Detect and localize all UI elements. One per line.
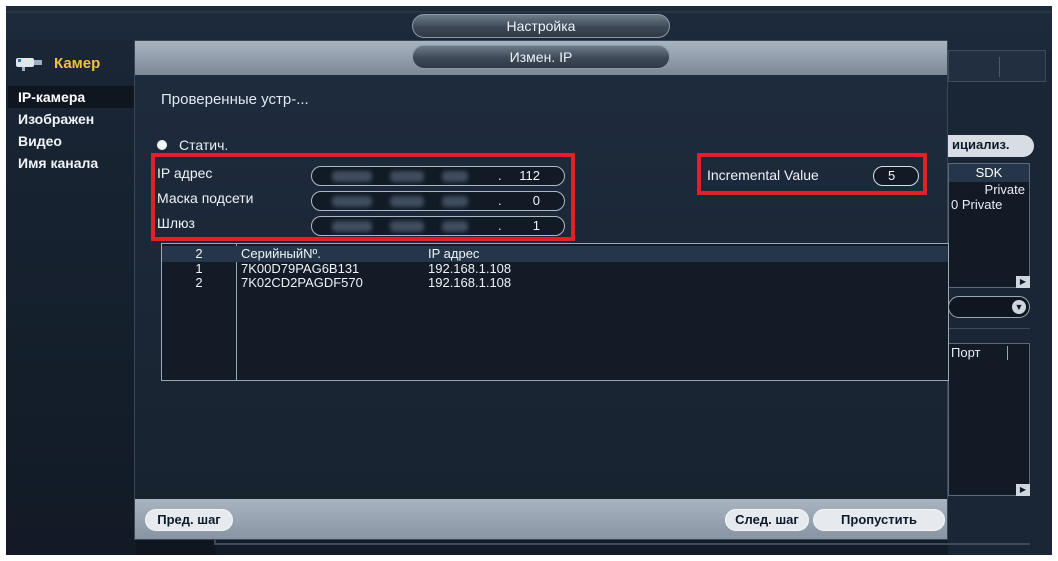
table-row[interactable]: 2 7K02CD2PAGDF570 192.168.1.108 (162, 276, 948, 290)
background-section-header: Камер (14, 50, 100, 76)
background-dropdown[interactable]: ▼ (948, 296, 1030, 318)
sdk-column-header: SDK (949, 164, 1029, 182)
background-section-title: Камер (54, 54, 101, 72)
port-column-header: Порт (949, 344, 1029, 362)
background-added-table: Порт (948, 343, 1030, 496)
background-toolbar (948, 50, 1046, 82)
row-ip: 192.168.1.108 (428, 275, 512, 290)
row-serial: 7K02CD2PAGDF570 (241, 275, 363, 290)
table-header: 2 СерийныйNº. IP адрес (162, 246, 948, 262)
verified-devices-title: Проверенные устр-... (161, 91, 309, 108)
initialize-button[interactable]: ициализ. (934, 135, 1034, 157)
ip-fields-highlight (151, 153, 575, 241)
background-menu: IP-камера Изображен Видео Имя канала (8, 86, 136, 174)
count-header: 2 (195, 246, 203, 261)
port-header-label: Порт (951, 345, 981, 360)
menu-item-ip-camera[interactable]: IP-камера (8, 86, 136, 108)
menu-item-image[interactable]: Изображен (8, 108, 136, 130)
menu-item-video[interactable]: Видео (8, 130, 136, 152)
column-separator (1007, 346, 1008, 360)
window-title: Настройка (412, 14, 670, 38)
table-row[interactable]: 1 7K00D79PAG6B131 192.168.1.108 (162, 262, 948, 276)
divider (948, 328, 1030, 329)
skip-button[interactable]: Пропустить (813, 509, 945, 531)
ip-header: IP адрес (428, 246, 480, 261)
incremental-highlight (697, 153, 927, 195)
row-index: 1 (195, 261, 203, 276)
static-mode-label: Статич. (179, 137, 229, 153)
row-serial: 7K00D79PAG6B131 (241, 261, 360, 276)
change-ip-dialog: Проверенные устр-... Статич. IP адрес . … (134, 40, 949, 540)
row-ip: 192.168.1.108 (428, 261, 512, 276)
scroll-right-icon[interactable]: ▶ (1016, 276, 1030, 288)
scroll-right-icon[interactable]: ▶ (1016, 484, 1030, 496)
next-step-button[interactable]: След. шаг (725, 509, 809, 531)
background-device-table: SDK Private 0 Private (948, 163, 1030, 288)
dialog-title: Измен. IP (412, 45, 670, 69)
background-border (214, 543, 1030, 545)
top-rule (6, 11, 1052, 13)
prev-step-button[interactable]: Пред. шаг (145, 509, 233, 531)
row-index: 2 (195, 275, 203, 290)
device-table: 2 СерийныйNº. IP адрес 1 7K00D79PAG6B131… (161, 243, 949, 381)
static-mode-radio[interactable]: Статич. (157, 137, 228, 153)
toolbar-separator (999, 57, 1000, 77)
serial-header: СерийныйNº. (241, 246, 321, 261)
menu-item-channel-name[interactable]: Имя канала (8, 152, 136, 174)
sdk-cell: Private (984, 182, 1025, 197)
radio-selected-icon (157, 140, 167, 150)
sdk-cell: 0 Private (951, 197, 1003, 212)
chevron-down-icon: ▼ (1012, 300, 1026, 314)
camera-icon (14, 54, 48, 72)
